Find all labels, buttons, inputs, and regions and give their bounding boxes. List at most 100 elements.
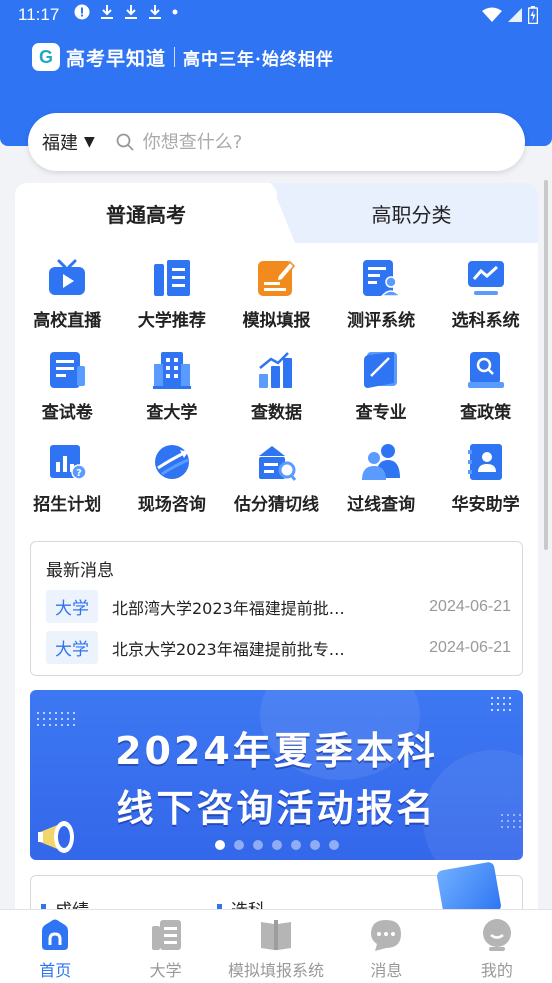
carousel-dot[interactable] xyxy=(290,840,301,850)
carousel-dot[interactable] xyxy=(233,840,244,850)
feature-label: 过线查询 xyxy=(347,495,416,515)
feature-onsite-consult[interactable]: 现场咨询 xyxy=(120,442,225,534)
feature-label: 查大学 xyxy=(146,403,198,423)
svg-text:?: ? xyxy=(76,468,82,479)
feature-score-estimate[interactable]: 估分猜切线 xyxy=(224,442,329,534)
nav-home[interactable]: 首页 xyxy=(0,910,110,983)
university-list-icon xyxy=(151,920,181,950)
region-selector[interactable]: 福建 xyxy=(42,129,78,155)
carousel-dot[interactable] xyxy=(309,840,320,850)
status-bar: 11:17 xyxy=(0,0,552,30)
app-logo-icon: G xyxy=(32,43,60,71)
banner-dots-pattern xyxy=(489,695,513,713)
dot-icon xyxy=(172,9,178,15)
banner-title-line2: 线下咨询活动报名 xyxy=(116,787,437,830)
app-slogan: 高中三年·始终相伴 xyxy=(183,49,334,70)
feature-label: 招生计划 xyxy=(33,495,102,515)
feature-assessment[interactable]: 测评系统 xyxy=(329,258,434,350)
feature-subject-selection[interactable]: 选科系统 xyxy=(433,258,538,350)
carousel-dot[interactable] xyxy=(252,840,263,850)
score-estimate-icon xyxy=(259,446,297,481)
nav-profile[interactable]: 我的 xyxy=(442,910,552,983)
nav-messages[interactable]: 消息 xyxy=(331,910,441,983)
feature-search-major[interactable]: 查专业 xyxy=(329,350,434,442)
contact-card-icon xyxy=(467,444,502,480)
main-card: 高职分类 普通高考 高校直播 大学推荐 模拟填报 测评系统 选科系统 查试卷 查… xyxy=(15,183,538,983)
feature-search-university[interactable]: 查大学 xyxy=(120,350,225,442)
feature-university-recommend[interactable]: 大学推荐 xyxy=(120,258,225,350)
grid-row: 查试卷 查大学 查数据 查专业 查政策 xyxy=(15,350,538,442)
promo-banner[interactable]: 2024年夏季本科 线下咨询活动报名 xyxy=(30,690,523,860)
brand-divider xyxy=(174,47,176,67)
nav-label: 模拟填报系统 xyxy=(228,961,325,980)
major-book-icon xyxy=(364,352,398,388)
user-icon xyxy=(482,919,511,951)
edit-form-icon xyxy=(258,260,296,296)
exam-paper-icon xyxy=(50,352,86,388)
book-icon xyxy=(261,920,292,950)
news-date: 2024-06-21 xyxy=(429,638,511,656)
feature-label: 查试卷 xyxy=(41,403,93,423)
chat-bubble-icon xyxy=(371,920,402,951)
search-input[interactable] xyxy=(142,131,443,153)
feature-label: 高校直播 xyxy=(33,311,102,331)
tab-label: 普通高考 xyxy=(106,202,186,227)
carousel-dot[interactable] xyxy=(271,840,282,850)
nav-label: 大学 xyxy=(149,961,182,980)
feature-exam-papers[interactable]: 查试卷 xyxy=(15,350,120,442)
scrollbar[interactable] xyxy=(544,180,548,550)
nav-university[interactable]: 大学 xyxy=(110,910,220,983)
wifi-icon xyxy=(482,7,502,22)
alert-icon xyxy=(74,4,90,20)
nav-label: 消息 xyxy=(370,961,403,980)
people-icon xyxy=(362,444,401,480)
nav-label: 首页 xyxy=(39,961,72,980)
consult-globe-icon xyxy=(154,445,189,479)
notification-icons xyxy=(74,4,178,20)
tv-play-icon xyxy=(49,259,86,295)
latest-news-panel: 最新消息 大学 北部湾大学2023年福建提前批… 2024-06-21 大学 北… xyxy=(30,541,523,676)
news-date: 2024-06-21 xyxy=(429,597,511,615)
status-time: 11:17 xyxy=(18,5,60,24)
carousel-indicator xyxy=(30,840,523,850)
monitor-chart-icon xyxy=(467,261,504,295)
feature-admission-plan[interactable]: ? 招生计划 xyxy=(15,442,120,534)
search-bar: 福建 ▼ xyxy=(28,113,525,171)
feature-label: 查数据 xyxy=(250,403,302,423)
news-item[interactable]: 大学 北部湾大学2023年福建提前批… 2024-06-21 xyxy=(46,590,511,623)
news-item[interactable]: 大学 北京大学2023年福建提前批专… 2024-06-21 xyxy=(46,631,511,664)
bar-chart-icon xyxy=(259,352,293,388)
carousel-dot[interactable] xyxy=(214,840,225,850)
news-tag: 大学 xyxy=(46,590,98,623)
grid-row: ? 招生计划 现场咨询 估分猜切线 过线查询 华安助学 xyxy=(15,442,538,534)
news-headline: 北京大学2023年福建提前批专… xyxy=(112,639,345,659)
feature-line-query[interactable]: 过线查询 xyxy=(329,442,434,534)
banner-title-line1: 2024年夏季本科 xyxy=(115,729,438,773)
nav-mock-system[interactable]: 模拟填报系统 xyxy=(221,910,331,983)
bottom-navigation: 首页 大学 模拟填报系统 消息 我的 xyxy=(0,909,552,983)
feature-label: 测评系统 xyxy=(347,311,416,331)
feature-label: 选科系统 xyxy=(451,311,520,331)
app-name: 高考早知道 xyxy=(66,47,167,70)
carousel-dot[interactable] xyxy=(328,840,339,850)
category-tabs: 高职分类 普通高考 xyxy=(15,183,538,243)
tab-general[interactable]: 普通高考 xyxy=(15,183,277,243)
feature-college-live[interactable]: 高校直播 xyxy=(15,258,120,350)
tab-label: 高职分类 xyxy=(371,202,452,227)
feature-label: 华安助学 xyxy=(451,495,520,515)
brand-header: G 高考早知道 高中三年·始终相伴 xyxy=(32,42,334,72)
feature-grid: 高校直播 大学推荐 模拟填报 测评系统 选科系统 查试卷 查大学 查数据 查专业… xyxy=(15,258,538,534)
feature-huaan-aid[interactable]: 华安助学 xyxy=(433,442,538,534)
caret-down-icon[interactable]: ▼ xyxy=(84,134,95,150)
feature-mock-application[interactable]: 模拟填报 xyxy=(224,258,329,350)
system-icons xyxy=(482,6,538,24)
tab-vocational[interactable]: 高职分类 xyxy=(255,183,538,243)
feature-label: 模拟填报 xyxy=(242,311,311,331)
download-icon xyxy=(101,5,113,19)
feature-search-data[interactable]: 查数据 xyxy=(224,350,329,442)
news-title: 最新消息 xyxy=(46,561,114,581)
policy-search-icon xyxy=(467,352,504,388)
news-headline: 北部湾大学2023年福建提前批… xyxy=(112,598,345,618)
battery-icon xyxy=(528,6,538,24)
feature-search-policy[interactable]: 查政策 xyxy=(433,350,538,442)
